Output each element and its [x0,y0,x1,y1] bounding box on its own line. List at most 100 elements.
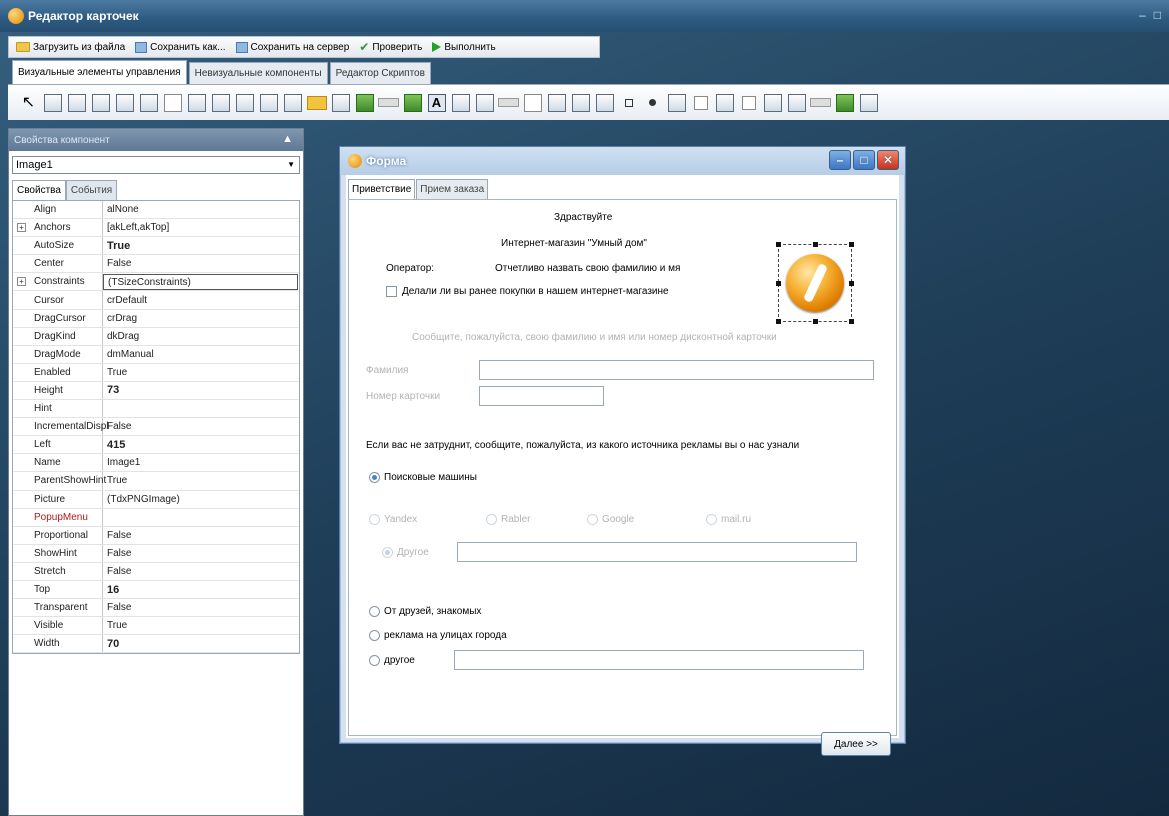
resize-handle[interactable] [849,281,854,286]
property-value[interactable]: True [103,364,299,381]
property-row[interactable]: DragKind dkDrag [13,327,299,346]
radio-other-engine[interactable]: Другое [382,547,429,558]
property-value[interactable]: 16 [103,581,299,598]
property-row[interactable]: ShowHint False [13,544,299,563]
radio-other[interactable]: другое [369,655,415,666]
property-value[interactable]: 415 [103,436,299,453]
palette-item[interactable] [546,92,567,114]
property-value[interactable]: 70 [103,635,299,652]
expand-icon[interactable]: + [17,277,26,287]
property-row[interactable]: Center False [13,255,299,274]
property-value[interactable]: dmManual [103,346,299,363]
property-row[interactable]: + Anchors [akLeft,akTop] [13,219,299,238]
palette-item[interactable] [402,92,423,114]
other-source-field[interactable] [454,650,864,670]
property-value[interactable]: False [103,563,299,580]
property-value[interactable]: Image1 [103,454,299,471]
image1-selection[interactable] [776,242,854,324]
property-value[interactable]: [akLeft,akTop] [103,219,299,236]
property-value[interactable]: False [103,527,299,544]
palette-item[interactable] [450,92,471,114]
palette-item[interactable] [714,92,735,114]
palette-item[interactable] [522,92,543,114]
property-value[interactable]: 73 [103,382,299,399]
property-row[interactable]: Cursor crDefault [13,291,299,310]
tab-nonvisual-components[interactable]: Невизуальные компоненты [188,62,328,84]
property-row[interactable]: Height 73 [13,381,299,401]
property-value[interactable]: dkDrag [103,328,299,345]
palette-item[interactable] [762,92,783,114]
property-value[interactable]: True [103,237,299,254]
check-button[interactable]: ✔ Проверить [356,40,425,54]
property-row[interactable]: Name Image1 [13,454,299,473]
property-value[interactable]: False [103,545,299,562]
minimize-button[interactable]: – [829,150,851,170]
palette-item[interactable] [594,92,615,114]
expand-icon[interactable]: + [17,223,26,233]
palette-item[interactable] [282,92,303,114]
pin-icon[interactable]: ▲ [282,133,293,145]
palette-item[interactable] [66,92,87,114]
radio-search-engines[interactable]: Поисковые машины [369,472,477,483]
load-file-button[interactable]: Загрузить из файла [13,42,128,53]
property-row[interactable]: IncrementalDispl False [13,418,299,437]
palette-item[interactable] [90,92,111,114]
palette-item[interactable] [666,92,687,114]
property-row[interactable]: DragMode dmManual [13,345,299,364]
close-button[interactable]: ✕ [877,150,899,170]
palette-item[interactable] [162,92,183,114]
resize-handle[interactable] [776,281,781,286]
radio-yandex[interactable]: Yandex [369,514,417,525]
property-value[interactable]: True [103,472,299,489]
property-value[interactable]: alNone [103,201,299,218]
maximize-icon[interactable]: □ [1154,8,1161,22]
resize-handle[interactable] [849,319,854,324]
palette-item[interactable] [258,92,279,114]
property-row[interactable]: DragCursor crDrag [13,309,299,328]
previous-purchase-checkbox[interactable]: Делали ли вы ранее покупки в нашем интер… [386,286,669,297]
tab-greeting[interactable]: Приветствие [348,179,416,199]
card-number-field[interactable] [479,386,604,406]
resize-handle[interactable] [776,319,781,324]
property-row[interactable]: Stretch False [13,562,299,581]
property-value[interactable]: False [103,255,299,272]
palette-item[interactable] [234,92,255,114]
property-row[interactable]: Left 415 [13,436,299,455]
property-row[interactable]: + Constraints (TSizeConstraints) [13,273,299,292]
property-row[interactable]: Picture (TdxPNGImage) [13,490,299,509]
radio-street-ads[interactable]: реклама на улицах города [369,630,507,641]
resize-handle[interactable] [849,242,854,247]
property-row[interactable]: ParentShowHint True [13,472,299,491]
property-value[interactable]: False [103,418,299,435]
run-button[interactable]: Выполнить [429,42,498,53]
radio-mailru[interactable]: mail.ru [706,514,751,525]
other-engine-field[interactable] [457,542,857,562]
property-row[interactable]: Width 70 [13,635,299,654]
save-server-button[interactable]: Сохранить на сервер [233,41,353,53]
tab-order[interactable]: Прием заказа [416,179,489,199]
palette-item[interactable] [642,92,663,114]
palette-item[interactable] [570,92,591,114]
tab-visual-controls[interactable]: Визуальные элементы управления [12,60,187,84]
palette-item[interactable] [114,92,135,114]
palette-item[interactable] [690,92,711,114]
palette-item[interactable] [306,92,327,114]
minimize-icon[interactable]: – [1139,8,1146,22]
next-button[interactable]: Далее >> [821,732,891,756]
property-value[interactable]: crDrag [103,310,299,327]
palette-item[interactable] [738,92,759,114]
save-as-button[interactable]: Сохранить как... [132,41,228,53]
property-row[interactable]: Proportional False [13,526,299,545]
property-value[interactable]: crDefault [103,291,299,308]
palette-item[interactable]: A [426,92,447,114]
property-value[interactable]: True [103,617,299,634]
property-row[interactable]: PopupMenu [13,508,299,527]
tab-script-editor[interactable]: Редактор Скриптов [329,62,431,84]
palette-item[interactable] [330,92,351,114]
radio-rabler[interactable]: Rabler [486,514,530,525]
palette-item[interactable] [618,92,639,114]
palette-item[interactable] [210,92,231,114]
palette-item[interactable] [138,92,159,114]
palette-item[interactable] [378,92,399,114]
property-row[interactable]: AutoSize True [13,237,299,256]
